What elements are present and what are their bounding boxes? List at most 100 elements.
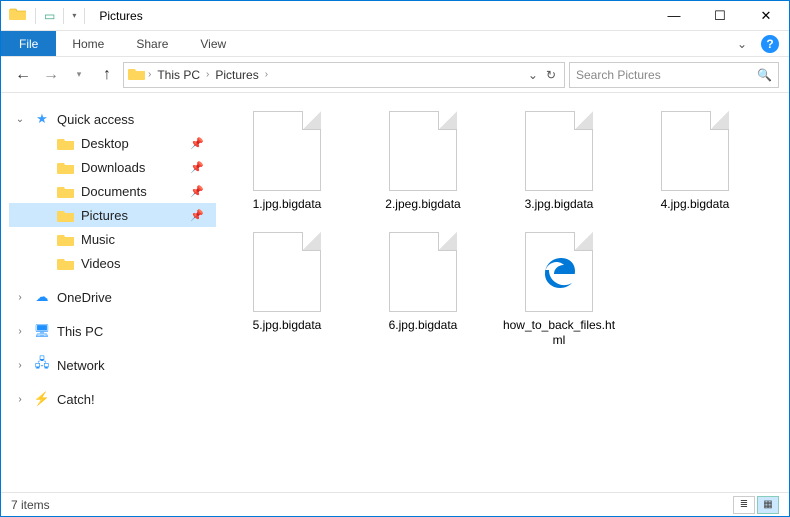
view-details-button[interactable]: ≣ bbox=[733, 496, 755, 514]
crumb-this-pc[interactable]: This PC bbox=[153, 68, 204, 82]
edge-file-icon bbox=[525, 232, 593, 312]
status-bar: 7 items ≣ ▦ bbox=[1, 492, 789, 516]
file-name: 4.jpg.bigdata bbox=[661, 197, 730, 212]
sidebar-root-this-pc[interactable]: › 🖥 This PC bbox=[9, 319, 216, 343]
chevron-right-icon[interactable]: › bbox=[148, 69, 151, 80]
address-bar[interactable]: › This PC › Pictures › ⌄ ↻ bbox=[123, 62, 565, 88]
search-input[interactable]: Search Pictures 🔍 bbox=[569, 62, 779, 88]
qat-dropdown-icon[interactable]: ▾ bbox=[72, 11, 76, 20]
expand-icon[interactable]: ⌄ bbox=[13, 114, 27, 125]
recent-locations-icon[interactable]: ▾ bbox=[67, 63, 91, 87]
back-button[interactable]: ← bbox=[11, 63, 35, 87]
qat-properties-icon[interactable]: ▭ bbox=[44, 9, 55, 23]
view-icons-button[interactable]: ▦ bbox=[757, 496, 779, 514]
file-item[interactable]: how_to_back_files.html bbox=[498, 232, 620, 348]
sidebar-root-network[interactable]: › 🖧 Network bbox=[9, 353, 216, 377]
folder-icon bbox=[57, 134, 75, 152]
window-title: Pictures bbox=[99, 9, 142, 23]
sidebar-item-music[interactable]: Music bbox=[9, 227, 216, 251]
blank-file-icon bbox=[389, 232, 457, 312]
sidebar-item-label: This PC bbox=[57, 324, 103, 339]
file-tab[interactable]: File bbox=[1, 31, 56, 56]
expand-icon[interactable]: › bbox=[13, 292, 27, 303]
sidebar-item-label: OneDrive bbox=[57, 290, 112, 305]
file-item[interactable]: 5.jpg.bigdata bbox=[226, 232, 348, 348]
file-item[interactable]: 6.jpg.bigdata bbox=[362, 232, 484, 348]
crumb-pictures[interactable]: Pictures bbox=[211, 68, 262, 82]
titlebar: ▭ ▾ Pictures — ☐ ✕ bbox=[1, 1, 789, 31]
sidebar-item-label: Music bbox=[81, 232, 115, 247]
tab-home[interactable]: Home bbox=[56, 31, 120, 56]
sidebar-item-label: Network bbox=[57, 358, 105, 373]
pin-icon: 📌 bbox=[190, 185, 204, 198]
file-name: 2.jpeg.bigdata bbox=[385, 197, 460, 212]
expand-icon[interactable]: › bbox=[13, 326, 27, 337]
pin-icon: 📌 bbox=[190, 161, 204, 174]
sidebar-item-label: Desktop bbox=[81, 136, 129, 151]
file-pane[interactable]: 1.jpg.bigdata 2.jpeg.bigdata 3.jpg.bigdata… bbox=[216, 93, 789, 492]
folder-icon bbox=[57, 158, 75, 176]
file-item[interactable]: 3.jpg.bigdata bbox=[498, 111, 620, 212]
star-icon: ★ bbox=[33, 110, 51, 128]
sidebar-root-catch-[interactable]: › ⚡ Catch! bbox=[9, 387, 216, 411]
expand-icon[interactable]: › bbox=[13, 360, 27, 371]
sidebar-item-documents[interactable]: Documents 📌 bbox=[9, 179, 216, 203]
tab-view[interactable]: View bbox=[184, 31, 242, 56]
file-item[interactable]: 1.jpg.bigdata bbox=[226, 111, 348, 212]
folder-icon bbox=[57, 182, 75, 200]
sidebar-item-label: Pictures bbox=[81, 208, 128, 223]
folder-icon bbox=[57, 230, 75, 248]
minimize-button[interactable]: — bbox=[651, 1, 697, 31]
root-icon: ⚡ bbox=[33, 390, 51, 408]
file-item[interactable]: 4.jpg.bigdata bbox=[634, 111, 756, 212]
tab-share[interactable]: Share bbox=[120, 31, 184, 56]
ribbon-collapse-icon[interactable]: ⌄ bbox=[737, 37, 747, 51]
file-name: 6.jpg.bigdata bbox=[389, 318, 458, 333]
blank-file-icon bbox=[661, 111, 729, 191]
blank-file-icon bbox=[253, 232, 321, 312]
folder-icon bbox=[57, 206, 75, 224]
forward-button[interactable]: → bbox=[39, 63, 63, 87]
sidebar-root-onedrive[interactable]: › ☁ OneDrive bbox=[9, 285, 216, 309]
sidebar-item-label: Documents bbox=[81, 184, 147, 199]
explorer-icon bbox=[9, 6, 27, 25]
sidebar-item-label: Videos bbox=[81, 256, 121, 271]
sidebar-item-label: Catch! bbox=[57, 392, 95, 407]
pin-icon: 📌 bbox=[190, 137, 204, 150]
folder-icon bbox=[57, 254, 75, 272]
blank-file-icon bbox=[389, 111, 457, 191]
sidebar-item-videos[interactable]: Videos bbox=[9, 251, 216, 275]
file-name: 5.jpg.bigdata bbox=[253, 318, 322, 333]
search-placeholder: Search Pictures bbox=[576, 68, 661, 82]
status-count: 7 items bbox=[11, 498, 50, 512]
file-name: 3.jpg.bigdata bbox=[525, 197, 594, 212]
address-dropdown-icon[interactable]: ⌄ bbox=[528, 68, 538, 82]
root-icon: 🖧 bbox=[33, 356, 51, 374]
expand-icon[interactable]: › bbox=[13, 394, 27, 405]
sidebar-item-pictures[interactable]: Pictures 📌 bbox=[9, 203, 216, 227]
sidebar-item-desktop[interactable]: Desktop 📌 bbox=[9, 131, 216, 155]
search-icon[interactable]: 🔍 bbox=[757, 68, 772, 82]
root-icon: ☁ bbox=[33, 288, 51, 306]
help-icon[interactable]: ? bbox=[761, 35, 779, 53]
file-name: how_to_back_files.html bbox=[500, 318, 618, 348]
file-item[interactable]: 2.jpeg.bigdata bbox=[362, 111, 484, 212]
up-button[interactable]: ↑ bbox=[95, 63, 119, 87]
blank-file-icon bbox=[253, 111, 321, 191]
sidebar-item-label: Downloads bbox=[81, 160, 145, 175]
chevron-right-icon[interactable]: › bbox=[206, 69, 209, 80]
ribbon: File Home Share View ⌄ ? bbox=[1, 31, 789, 57]
blank-file-icon bbox=[525, 111, 593, 191]
refresh-icon[interactable]: ↻ bbox=[546, 68, 556, 82]
folder-icon bbox=[128, 66, 146, 83]
pin-icon: 📌 bbox=[190, 209, 204, 222]
sidebar-label: Quick access bbox=[57, 112, 134, 127]
maximize-button[interactable]: ☐ bbox=[697, 1, 743, 31]
sidebar-item-downloads[interactable]: Downloads 📌 bbox=[9, 155, 216, 179]
navigation-bar: ← → ▾ ↑ › This PC › Pictures › ⌄ ↻ Searc… bbox=[1, 57, 789, 93]
file-name: 1.jpg.bigdata bbox=[253, 197, 322, 212]
chevron-right-icon[interactable]: › bbox=[265, 69, 268, 80]
root-icon: 🖥 bbox=[33, 322, 51, 340]
close-button[interactable]: ✕ bbox=[743, 1, 789, 31]
sidebar-quick-access[interactable]: ⌄ ★ Quick access bbox=[9, 107, 216, 131]
